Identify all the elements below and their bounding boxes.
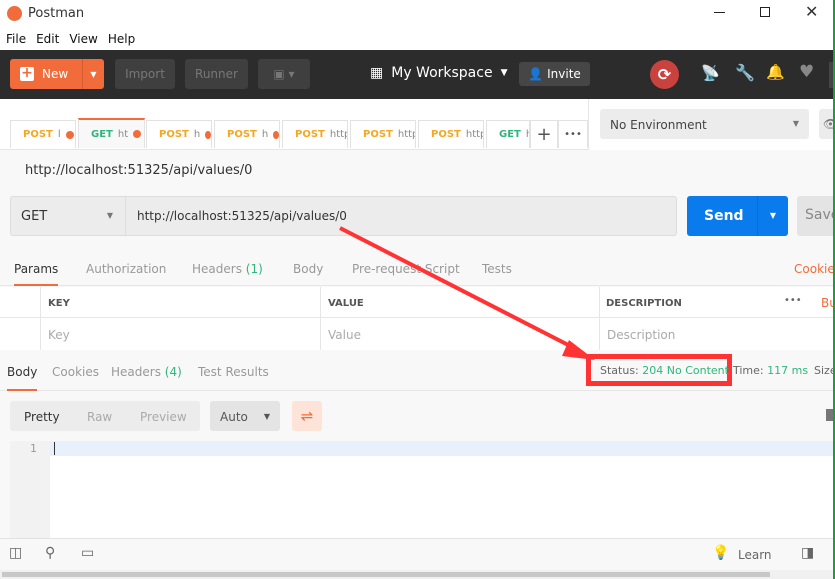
annotation-arrow xyxy=(339,226,595,360)
